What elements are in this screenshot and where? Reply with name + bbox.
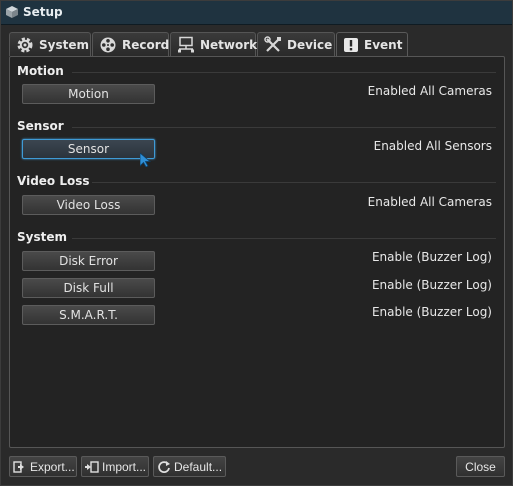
tools-icon <box>264 35 282 54</box>
tab-label: Event <box>364 37 403 52</box>
default-label: Default... <box>174 459 223 474</box>
section-title-system: System <box>17 230 67 244</box>
close-button[interactable]: Close <box>456 456 505 477</box>
tab-label: System <box>39 37 89 52</box>
tab-bar: System Record Network Device Event <box>9 32 505 56</box>
sensor-button[interactable]: Sensor <box>22 139 155 159</box>
default-button[interactable]: Default... <box>153 456 226 477</box>
sensor-status: Enabled All Sensors <box>373 139 492 153</box>
tab-device[interactable]: Device <box>257 32 335 56</box>
close-label: Close <box>465 459 496 474</box>
tab-label: Record <box>122 37 170 52</box>
import-label: Import... <box>102 459 147 474</box>
video-loss-status: Enabled All Cameras <box>367 195 492 209</box>
tab-event[interactable]: Event <box>336 32 408 56</box>
section-title-video-loss: Video Loss <box>17 174 90 188</box>
import-button[interactable]: Import... <box>81 456 149 477</box>
tab-record[interactable]: Record <box>92 32 169 56</box>
export-label: Export... <box>30 459 75 474</box>
disk-full-status: Enable (Buzzer Log) <box>371 278 492 292</box>
title-bar: Setup <box>1 1 512 25</box>
smart-button[interactable]: S.M.A.R.T. <box>22 305 155 325</box>
network-icon <box>177 36 195 54</box>
disk-full-button[interactable]: Disk Full <box>22 278 155 298</box>
tab-label: Device <box>287 37 333 52</box>
import-icon <box>85 460 99 474</box>
tab-label: Network <box>200 37 258 52</box>
section-title-motion: Motion <box>17 64 64 78</box>
section-divider <box>92 182 496 183</box>
export-button[interactable]: Export... <box>9 456 77 477</box>
section-title-sensor: Sensor <box>17 119 64 133</box>
section-divider <box>72 127 496 128</box>
app-cube-icon <box>5 5 19 19</box>
film-reel-icon <box>99 36 117 54</box>
window-title: Setup <box>23 5 63 19</box>
export-icon <box>13 460 27 474</box>
tab-system[interactable]: System <box>9 32 91 56</box>
setup-window: Setup System Record Network Device Event… <box>0 0 513 486</box>
smart-status: Enable (Buzzer Log) <box>371 305 492 319</box>
gear-icon <box>16 36 34 54</box>
disk-error-status: Enable (Buzzer Log) <box>371 250 492 264</box>
motion-status: Enabled All Cameras <box>367 84 492 98</box>
section-divider <box>72 72 496 73</box>
mouse-pointer-icon <box>139 152 152 168</box>
video-loss-button[interactable]: Video Loss <box>22 195 155 215</box>
section-divider <box>72 238 496 239</box>
event-panel: Motion Motion Enabled All Cameras Sensor… <box>9 56 505 448</box>
tab-network[interactable]: Network <box>170 32 258 56</box>
disk-error-button[interactable]: Disk Error <box>22 251 155 271</box>
refresh-icon <box>157 460 171 474</box>
motion-button[interactable]: Motion <box>22 84 155 104</box>
exclamation-icon <box>343 37 359 53</box>
